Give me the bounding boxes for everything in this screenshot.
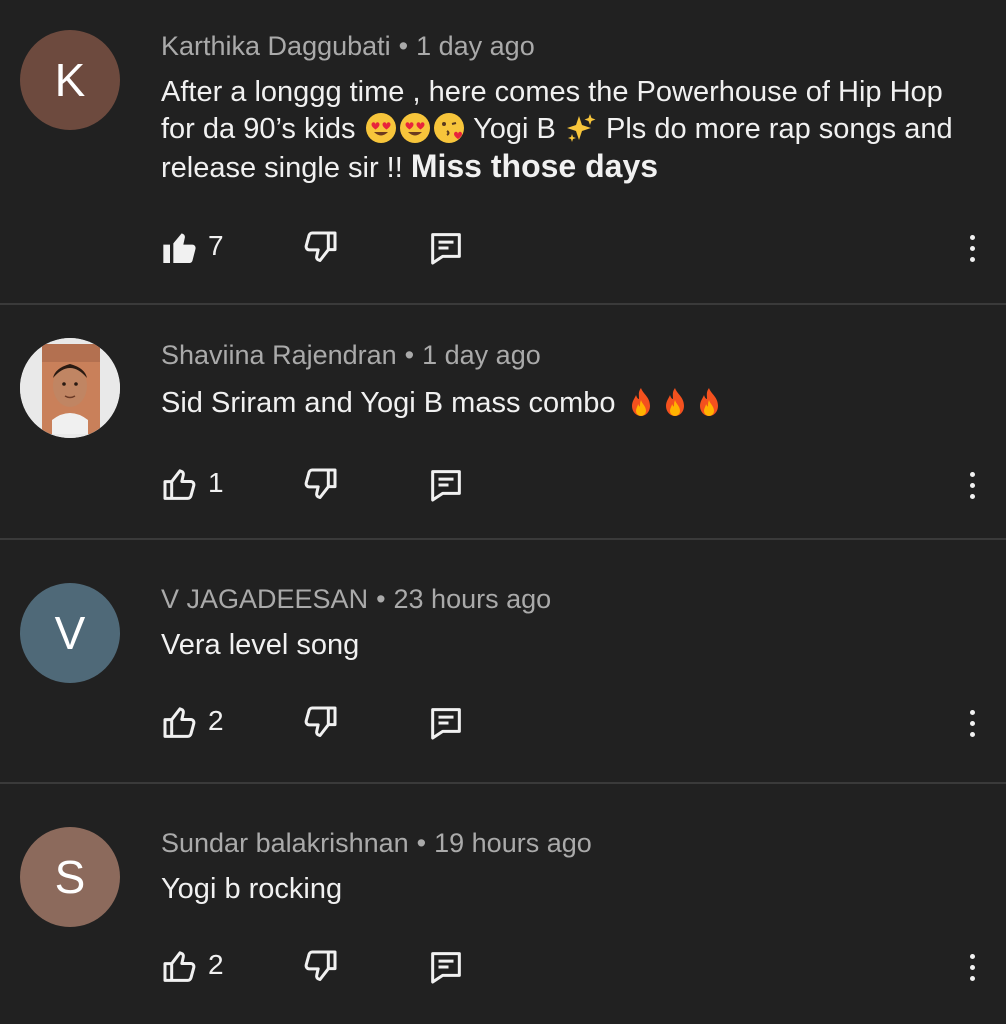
dislike-button[interactable] — [300, 703, 340, 743]
comment-actions: 1 — [0, 465, 1006, 505]
more-options-button[interactable] — [958, 947, 986, 987]
fire-emoji — [631, 388, 650, 416]
thumbs-down-icon — [304, 950, 337, 981]
thumbs-down-icon — [304, 468, 337, 499]
divider — [0, 538, 1006, 540]
reply-icon — [431, 952, 461, 984]
fire-emoji — [665, 388, 684, 416]
comment-header: Shaviina Rajendran • 1 day ago — [161, 340, 541, 371]
like-count: 2 — [208, 705, 224, 736]
heart-eyes-emoji — [399, 113, 430, 143]
comment-time[interactable]: 23 hours ago — [394, 584, 552, 614]
reply-button[interactable] — [426, 465, 466, 505]
like-button[interactable] — [160, 228, 200, 268]
dislike-button[interactable] — [300, 465, 340, 505]
avatar-letter: V — [54, 607, 86, 659]
more-options-button[interactable] — [958, 703, 986, 743]
reply-button[interactable] — [426, 228, 466, 268]
comment-text: Yogi b rocking — [161, 871, 981, 908]
heart-eyes-emoji — [365, 113, 396, 143]
avatar[interactable] — [20, 338, 120, 438]
comment-author[interactable]: Sundar balakrishnan — [161, 828, 409, 858]
like-button[interactable] — [160, 947, 200, 987]
reply-button[interactable] — [426, 947, 466, 987]
divider — [0, 782, 1006, 784]
thumbs-up-filled-icon — [163, 233, 196, 263]
dislike-button[interactable] — [300, 947, 340, 987]
comment-text-part: Sid Sriram and Yogi B mass combo — [161, 387, 624, 419]
sparkles-emoji — [566, 114, 596, 142]
like-count: 2 — [208, 949, 224, 980]
comment-time[interactable]: 1 day ago — [422, 340, 541, 370]
comment-text-emphasis: Miss those days — [410, 148, 659, 184]
reply-icon — [431, 233, 461, 265]
user-photo — [20, 338, 120, 438]
avatar-letter: S — [54, 851, 86, 903]
comment-text: Sid Sriram and Yogi B mass combo — [161, 385, 981, 422]
thumbs-up-icon — [163, 707, 196, 738]
more-options-button[interactable] — [958, 465, 986, 505]
like-button[interactable] — [160, 465, 200, 505]
comment-text-part: Vera level song — [161, 629, 360, 661]
comment-time[interactable]: 19 hours ago — [434, 828, 592, 858]
separator-dot: • — [398, 31, 409, 61]
thumbs-down-icon — [304, 231, 337, 262]
fire-emoji — [699, 388, 718, 416]
comment-header: Sundar balakrishnan • 19 hours ago — [161, 828, 592, 859]
like-count: 7 — [208, 230, 224, 261]
comment-author[interactable]: V JAGADEESAN — [161, 584, 368, 614]
comment-author[interactable]: Karthika Daggubati — [161, 31, 391, 61]
comment-author[interactable]: Shaviina Rajendran — [161, 340, 397, 370]
comment-header: Karthika Daggubati • 1 day ago — [161, 31, 535, 62]
separator-dot: • — [404, 340, 415, 370]
comment-actions: 2 — [0, 703, 1006, 743]
avatar[interactable]: K — [20, 30, 120, 130]
avatar-letter: K — [54, 54, 86, 106]
divider — [0, 303, 1006, 305]
like-count: 1 — [208, 467, 224, 498]
comment-actions: 7 — [0, 228, 1006, 268]
reply-icon — [431, 470, 461, 502]
separator-dot: • — [376, 584, 386, 614]
dislike-button[interactable] — [300, 228, 340, 268]
thumbs-up-icon — [163, 469, 196, 500]
thumbs-down-icon — [304, 706, 337, 737]
reply-button[interactable] — [426, 703, 466, 743]
reply-icon — [431, 708, 461, 740]
comment-text: Vera level song — [161, 627, 981, 664]
kissing-heart-emoji — [433, 113, 464, 143]
comment-header: V JAGADEESAN • 23 hours ago — [161, 584, 551, 615]
comment-text-part: Yogi b rocking — [161, 873, 343, 905]
more-options-button[interactable] — [958, 228, 986, 268]
avatar[interactable]: V — [20, 583, 120, 683]
separator-dot: • — [416, 828, 427, 858]
comment-time[interactable]: 1 day ago — [416, 31, 535, 61]
comment-text: After a longgg time , here comes the Pow… — [161, 74, 981, 187]
comment-text-part: Yogi B — [465, 113, 564, 145]
comment-actions: 2 — [0, 947, 1006, 987]
avatar[interactable]: S — [20, 827, 120, 927]
thumbs-up-icon — [163, 951, 196, 982]
like-button[interactable] — [160, 703, 200, 743]
